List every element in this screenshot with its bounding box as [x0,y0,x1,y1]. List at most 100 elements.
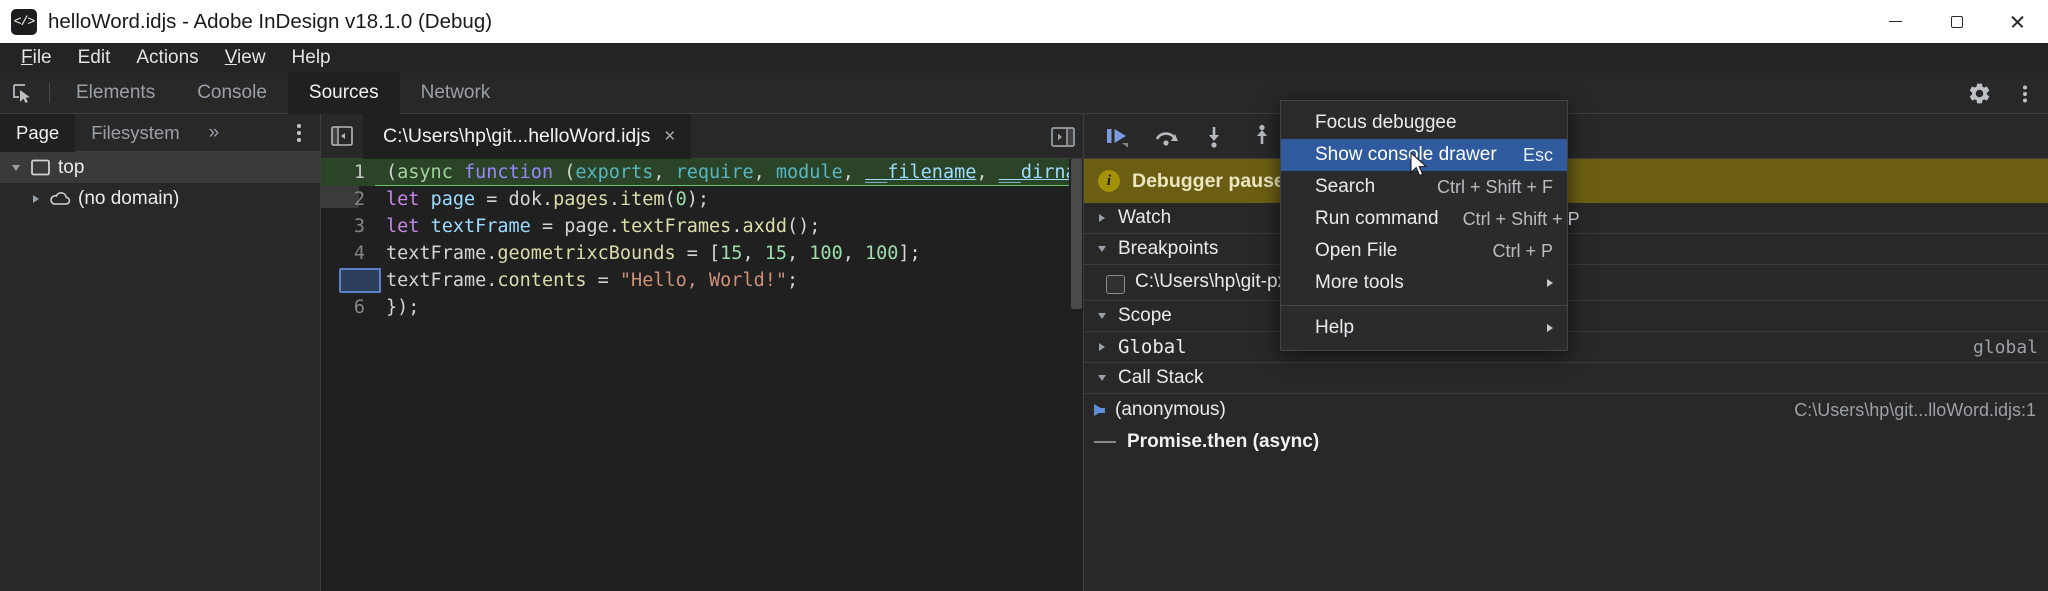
menu-item-show-console-drawer[interactable]: Show console drawer Esc [1281,139,1567,171]
code-brackets-icon: </> [11,8,37,35]
frame-location: C:\Users\hp\git...lloWord.idjs:1 [1794,399,2036,420]
menu-edit[interactable]: Edit [65,43,124,73]
code-line[interactable]: 1 (async function (exports, require, mod… [321,159,1083,186]
window-titlebar: </> helloWord.idjs - Adobe InDesign v18.… [0,0,2048,43]
menu-item-search[interactable]: Search Ctrl + Shift + F [1281,171,1567,203]
line-text: let textFrame = page.textFrames.axdd(); [386,216,821,237]
section-call-stack[interactable]: Call Stack [1084,363,2048,394]
call-stack-frame[interactable]: (anonymous) C:\Users\hp\git...lloWord.id… [1084,394,2048,426]
maximize-button[interactable] [1926,0,1987,43]
current-frame-arrow-icon [1094,404,1105,416]
inspect-element-icon[interactable] [0,73,44,114]
menu-item-focus-debuggee[interactable]: Focus debuggee [1281,107,1567,139]
menu-item-shortcut: Esc [1522,144,1553,165]
menu-item-label: Run command [1315,208,1439,229]
menu-item-shortcut: Ctrl + P [1492,240,1553,261]
line-text: }); [386,297,420,318]
navigator-more-options-button[interactable] [282,114,316,152]
cloud-icon [49,188,71,210]
show-navigator-icon[interactable] [321,114,363,159]
breakpoint-checkbox[interactable] [1106,275,1125,294]
line-text: textFrame.geometrixcBounds = [15, 15, 10… [386,243,921,264]
menu-view[interactable]: View [212,43,279,73]
chevron-down-icon[interactable] [1094,242,1109,257]
chevron-right-icon[interactable] [28,191,43,206]
panel-container: Page Filesystem » top (no domain) C:\Use… [0,113,2048,591]
chevron-down-icon[interactable] [8,160,23,175]
navigator-tabbar: Page Filesystem » [0,113,320,152]
line-number: 2 [353,189,365,210]
gear-icon[interactable] [1956,73,2002,114]
code-line[interactable]: 6 }); [321,294,1083,321]
line-text: textFrame.contents = "Hello, World!"; [386,270,799,291]
window-title: helloWord.idjs - Adobe InDesign v18.1.0 … [48,9,493,33]
show-debugger-sidebar-button[interactable] [1050,114,1076,159]
nav-more-tabs-icon[interactable]: » [196,114,233,152]
line-number: 6 [353,297,365,318]
call-stack-frame[interactable]: Promise.then (async) [1084,426,2048,458]
minimize-button[interactable] [1865,0,1926,43]
editor-tab-close-icon[interactable]: × [661,127,678,146]
tab-network[interactable]: Network [400,73,512,114]
tree-item-label: top [58,156,85,178]
code-line[interactable]: 5 textFrame.contents = "Hello, World!"; [321,267,1083,294]
chevron-down-icon[interactable] [1094,371,1109,386]
code-line[interactable]: 2 let page = dok.pages.item(0); [321,186,1083,213]
nav-tab-filesystem[interactable]: Filesystem [75,114,195,152]
frame-name: (anonymous) [1115,399,1226,420]
menu-item-label: More tools [1315,272,1404,293]
menu-item-run-command[interactable]: Run command Ctrl + Shift + P [1281,203,1580,235]
step-into-icon[interactable] [1192,116,1236,156]
step-out-icon[interactable] [1240,116,1284,156]
code-viewer[interactable]: 1 (async function (exports, require, mod… [321,159,1083,591]
tab-console[interactable]: Console [176,73,288,114]
code-vertical-scrollbar[interactable] [1069,159,1083,591]
close-button[interactable] [1987,0,2048,43]
chevron-right-icon[interactable] [1094,340,1109,355]
app-menubar: File Edit Actions View Help [0,43,2048,73]
menu-item-more-tools[interactable]: More tools [1281,267,1567,299]
tab-sources[interactable]: Sources [287,72,400,114]
section-label: Scope [1118,305,1172,326]
line-text: (async function (exports, require, modul… [386,162,1083,183]
chevron-right-icon[interactable] [1094,211,1109,226]
scope-value: global [1972,336,2038,358]
menu-item-label: Show console drawer [1315,144,1497,165]
editor-tab-active[interactable]: C:\Users\hp\git...helloWord.idjs × [363,113,692,159]
editor-tab-label: C:\Users\hp\git...helloWord.idjs [383,124,651,147]
tree-item-top[interactable]: top [0,152,320,183]
menu-actions[interactable]: Actions [123,43,211,73]
devtools-window: </> helloWord.idjs - Adobe InDesign v18.… [0,0,2048,591]
kebab-icon[interactable] [2002,73,2048,114]
editor-tabbar: C:\Users\hp\git...helloWord.idjs × [321,113,1083,159]
code-line[interactable]: 4 textFrame.geometrixcBounds = [15, 15, … [321,240,1083,267]
menu-help[interactable]: Help [279,43,344,73]
window-controls [1865,0,2048,43]
devtools-toolbar-right [1956,73,2048,114]
line-number: 1 [353,162,365,183]
resume-script-icon[interactable] [1096,116,1140,156]
navigator-panel: Page Filesystem » top (no domain) [0,113,321,591]
menu-item-open-file[interactable]: Open File Ctrl + P [1281,235,1567,267]
chevron-right-icon [1547,279,1553,287]
nav-tab-page[interactable]: Page [0,113,76,152]
scrollbar-thumb[interactable] [1071,159,1082,309]
scope-name: Global [1118,336,1187,358]
async-frame-dash-icon [1094,441,1116,443]
frame-icon [29,157,51,179]
menu-item-shortcut: Ctrl + Shift + P [1462,208,1580,229]
chevron-down-icon[interactable] [1094,309,1109,324]
tree-item-no-domain[interactable]: (no domain) [0,183,320,214]
step-over-icon[interactable] [1144,116,1188,156]
page-tree: top (no domain) [0,152,320,214]
menu-file[interactable]: File [8,43,65,73]
source-editor-panel: C:\Users\hp\git...helloWord.idjs × 1 (as… [321,113,1083,591]
code-line[interactable]: 3 let textFrame = page.textFrames.axdd()… [321,213,1083,240]
context-menu: Focus debuggee Show console drawer Esc S… [1280,100,1580,351]
menu-item-help[interactable]: Help [1281,312,1567,344]
tree-item-label: (no domain) [78,187,180,209]
info-icon: i [1098,170,1120,192]
tab-elements[interactable]: Elements [55,73,176,114]
section-label: Watch [1118,207,1172,228]
line-number: 3 [353,216,365,237]
